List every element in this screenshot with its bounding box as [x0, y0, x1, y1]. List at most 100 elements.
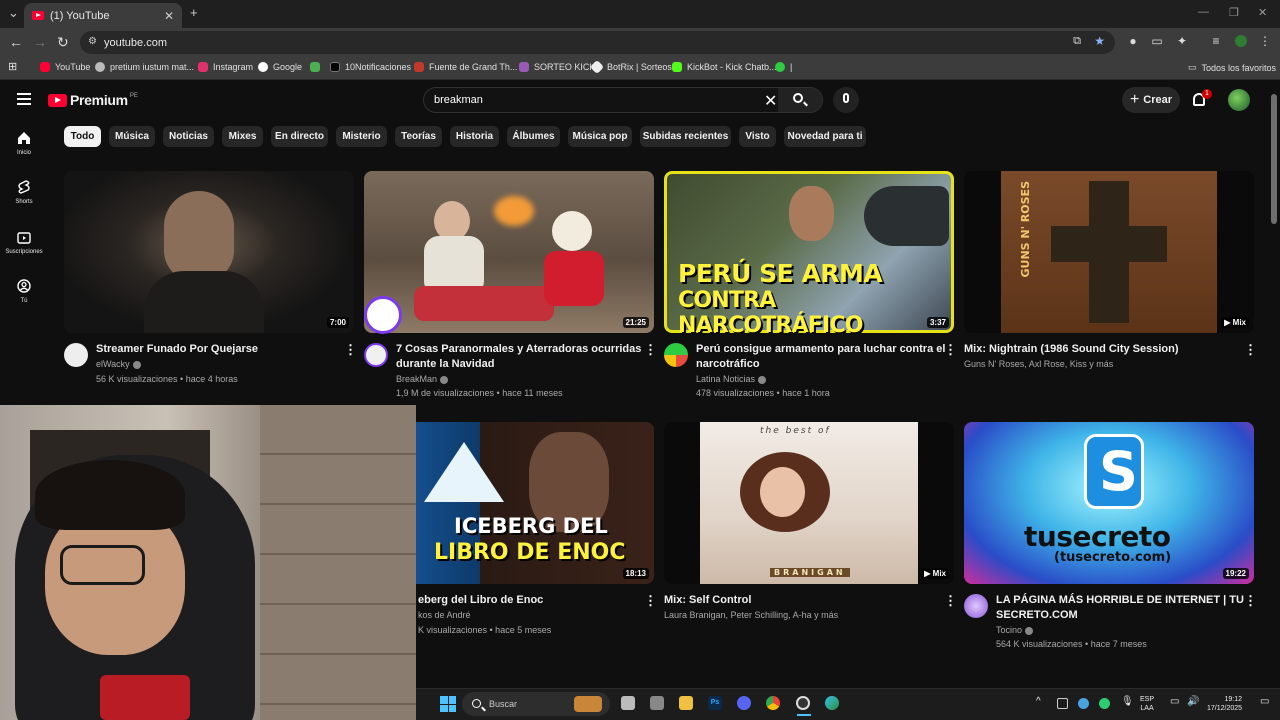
photoshop-icon[interactable]: Ps [708, 696, 722, 710]
menu-kebab-icon[interactable]: ⋮ [1259, 35, 1271, 47]
tab-search-chevron-icon[interactable]: ⌄ [8, 5, 19, 21]
rail-shorts[interactable]: Shorts [0, 180, 48, 205]
channel-name[interactable]: BreakMan [396, 374, 449, 384]
video-title[interactable]: Perú consigue armamento para luchar cont… [696, 342, 945, 372]
video-title[interactable]: Streamer Funado Por Quejarse [96, 342, 258, 357]
channel-avatar[interactable] [64, 343, 88, 367]
more-actions-icon[interactable]: ⋮ [344, 342, 357, 358]
bookmark-botrix[interactable]: BotRix | Sorteos [589, 59, 672, 75]
app-icon[interactable] [650, 696, 664, 710]
channel-name[interactable]: elWacky [96, 359, 141, 369]
rail-home[interactable]: Inicio [0, 131, 48, 156]
mix-artists[interactable]: Guns N' Roses, Axl Rose, Kiss y más [964, 359, 1113, 369]
more-actions-icon[interactable]: ⋮ [944, 342, 957, 358]
bookmark-kickbot[interactable]: KickBot - Kick Chatb... [672, 62, 777, 72]
more-actions-icon[interactable]: ⋮ [644, 342, 657, 358]
windows-start-icon[interactable] [440, 696, 456, 712]
channel-avatar[interactable] [964, 594, 988, 618]
more-actions-icon[interactable]: ⋮ [1244, 593, 1257, 609]
browser-tab[interactable]: (1) YouTube ✕ [24, 3, 182, 28]
bookmark-green[interactable]: | [775, 62, 792, 72]
chrome-icon[interactable] [766, 696, 780, 710]
youtube-premium-logo[interactable]: Premium PE [48, 92, 138, 108]
address-bar[interactable]: ⚙ youtube.com ⧉ ★ [80, 31, 1115, 54]
bookmark-10notificaciones[interactable]: 10Notificaciones [330, 62, 411, 72]
chip-subidas-recientes[interactable]: Subidas recientes [640, 126, 731, 147]
taskbar-search-input[interactable]: Buscar [462, 692, 610, 716]
bookmark-youtube[interactable]: YouTube [40, 62, 90, 72]
bookmark-star-icon[interactable]: ★ [1094, 34, 1105, 48]
video-thumbnail[interactable]: S tusecreto (tusecreto.com) 19:22 [964, 422, 1254, 584]
edge-icon[interactable] [825, 696, 839, 710]
more-actions-icon[interactable]: ⋮ [944, 593, 957, 609]
video-title[interactable]: Mix: Nightrain (1986 Sound City Session) [964, 342, 1179, 357]
chip-misterio[interactable]: Misterio [336, 126, 387, 147]
tray-app-icon[interactable] [1057, 698, 1068, 709]
maximize-icon[interactable]: ❐ [1229, 6, 1239, 19]
channel-name[interactable]: Latina Noticias [696, 374, 767, 384]
reload-icon[interactable]: ↻ [57, 34, 69, 51]
extensions-puzzle-icon[interactable]: ✦ [1176, 35, 1188, 47]
install-app-icon[interactable]: ⧉ [1073, 35, 1081, 48]
language-indicator[interactable]: ESP LAA [1140, 695, 1154, 713]
clear-search-icon[interactable]: ✕ [764, 91, 777, 111]
video-thumbnail[interactable]: the best of BRANIGAN ▶ Mix [664, 422, 954, 584]
channel-avatar-overlay[interactable] [364, 296, 402, 334]
extension-2-icon[interactable]: ▭ [1151, 35, 1163, 47]
extension-icon[interactable]: ● [1127, 35, 1139, 47]
search-input[interactable]: breakman ✕ [423, 87, 823, 113]
hamburger-menu-icon[interactable] [17, 93, 31, 105]
rail-you[interactable]: Tú [0, 279, 48, 304]
video-thumbnail[interactable]: 7:00 [64, 171, 354, 333]
create-button[interactable]: + Crear [1122, 87, 1180, 113]
new-tab-icon[interactable]: + [190, 5, 198, 20]
reading-list-icon[interactable]: ≡ [1210, 35, 1222, 47]
clock[interactable]: 19:12 17/12/2025 [1207, 695, 1242, 713]
more-actions-icon[interactable]: ⋮ [1244, 342, 1257, 358]
chip-historia[interactable]: Historia [450, 126, 499, 147]
video-title[interactable]: Mix: Self Control [664, 593, 751, 608]
bookmark-gta-font[interactable]: Fuente de Grand Th... [414, 62, 517, 72]
search-button[interactable] [778, 88, 822, 112]
tray-overflow-icon[interactable]: ^ [1036, 697, 1041, 707]
bookmark-google[interactable]: Google [258, 62, 302, 72]
onedrive-icon[interactable] [1078, 698, 1089, 709]
bookmark-unnamed[interactable] [310, 62, 325, 72]
channel-name[interactable]: kos de André [418, 610, 471, 620]
chip-noticias[interactable]: Noticias [163, 126, 214, 147]
video-thumbnail[interactable]: PERÚ SE ARMA CONTRA NARCOTRÁFICO 3:37 [664, 171, 954, 333]
task-view-icon[interactable] [621, 696, 635, 710]
bookmark-sorteo-kick[interactable]: SORTEO KICK [519, 62, 595, 72]
more-actions-icon[interactable]: ⋮ [644, 593, 657, 609]
chip-visto[interactable]: Visto [739, 126, 776, 147]
channel-name[interactable]: Tocino [996, 625, 1034, 635]
video-title[interactable]: 7 Cosas Paranormales y Aterradoras ocurr… [396, 342, 641, 372]
all-favorites[interactable]: ▭ Todos los favoritos [1188, 62, 1276, 73]
channel-avatar[interactable] [664, 343, 688, 367]
chip-musica[interactable]: Música [109, 126, 155, 147]
channel-avatar[interactable] [364, 343, 388, 367]
apps-grid-icon[interactable]: ⊞ [8, 60, 17, 73]
chip-musica-pop[interactable]: Música pop [568, 126, 632, 147]
minimize-icon[interactable]: — [1198, 6, 1209, 18]
tray-green-icon[interactable] [1099, 698, 1110, 709]
account-avatar[interactable] [1228, 89, 1250, 111]
forward-icon[interactable]: → [33, 34, 47, 50]
profile-icon[interactable] [1235, 35, 1247, 47]
video-thumbnail[interactable]: 21:25 [364, 171, 654, 333]
notification-center-icon[interactable]: ▭ [1260, 697, 1269, 707]
video-title[interactable]: LA PÁGINA MÁS HORRIBLE DE INTERNET | TU S… [996, 593, 1244, 623]
file-explorer-icon[interactable] [679, 696, 693, 710]
back-icon[interactable]: ← [9, 34, 23, 50]
chip-teorias[interactable]: Teorías [395, 126, 442, 147]
network-icon[interactable]: ▭ [1170, 697, 1179, 707]
chip-todo[interactable]: Todo [64, 126, 101, 147]
chip-albumes[interactable]: Álbumes [507, 126, 560, 147]
mix-artists[interactable]: Laura Branigan, Peter Schilling, A-ha y … [664, 610, 838, 620]
chip-mixes[interactable]: Mixes [222, 126, 263, 147]
video-thumbnail[interactable]: GUNS N' ROSES ▶ Mix [964, 171, 1254, 333]
discord-icon[interactable] [737, 696, 751, 710]
page-scrollbar[interactable] [1271, 94, 1277, 224]
volume-icon[interactable]: 🔊 [1187, 697, 1199, 707]
rail-subscriptions[interactable]: Suscripciones [0, 230, 48, 255]
